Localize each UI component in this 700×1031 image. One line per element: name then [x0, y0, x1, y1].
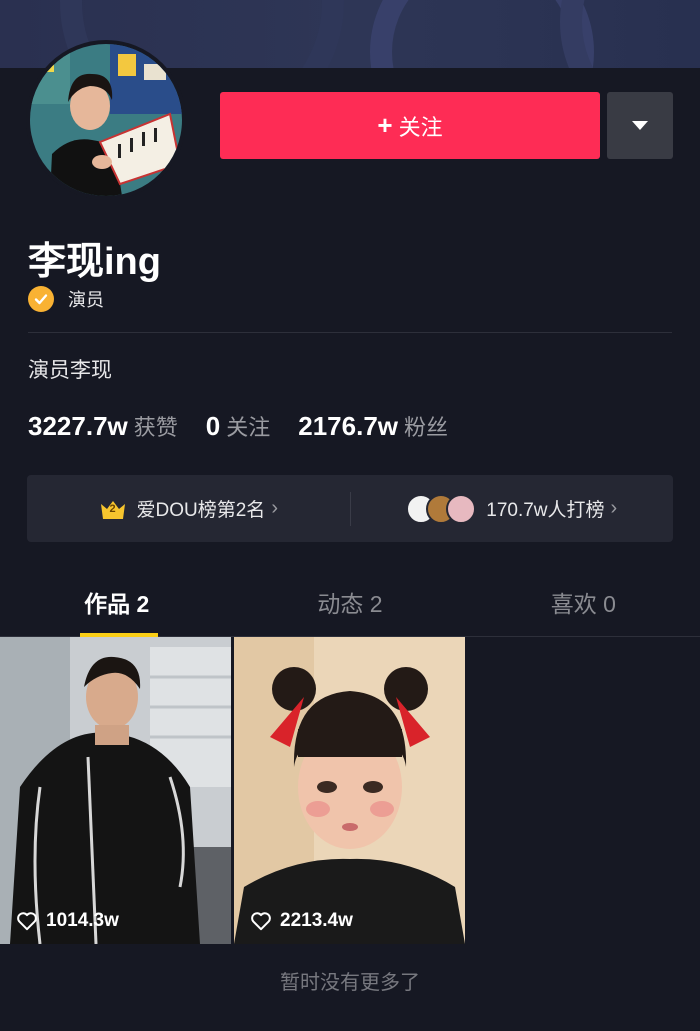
- stat-value: 3227.7w: [28, 411, 128, 441]
- follow-button-label: 关注: [398, 114, 443, 140]
- supporter-avatars: [406, 493, 477, 524]
- avatar[interactable]: [26, 40, 186, 200]
- video-thumbnail[interactable]: 2213.4w: [234, 637, 465, 944]
- rank-box: 2 爱DOU榜第2名 › 170.7w人打榜 ›: [27, 475, 673, 542]
- chevron-right-icon: ›: [610, 497, 618, 519]
- bio-text: 演员李现: [28, 359, 112, 382]
- stat-label: 关注: [226, 415, 271, 440]
- verification-row: 演员: [28, 286, 104, 312]
- tab-moments[interactable]: 动态 2: [233, 568, 466, 636]
- heart-icon: [17, 912, 37, 931]
- video-likes-count: 2213.4w: [280, 910, 353, 931]
- video-likes: 2213.4w: [250, 910, 353, 932]
- tab-likes[interactable]: 喜欢 0: [467, 568, 700, 636]
- crown-icon: 2: [99, 498, 127, 520]
- stat-likes[interactable]: 3227.7w 获赞: [28, 410, 178, 442]
- stat-value: 0: [205, 411, 221, 441]
- more-options-button[interactable]: [607, 92, 673, 159]
- rank-text: 爱DOU榜第2名: [136, 500, 266, 521]
- stats-row: 3227.7w 获赞 0 关注 2176.7w 粉丝: [28, 410, 476, 442]
- follow-button[interactable]: + 关注: [220, 92, 600, 159]
- stat-value: 2176.7w: [298, 411, 398, 441]
- stat-label: 获赞: [133, 415, 178, 440]
- stat-label: 粉丝: [404, 415, 449, 440]
- divider: [28, 332, 672, 333]
- supporters-link[interactable]: 170.7w人打榜 ›: [351, 493, 674, 524]
- end-of-list-text: 暂时没有更多了: [280, 972, 420, 994]
- video-likes-count: 1014.3w: [46, 910, 119, 931]
- supporters-text: 170.7w人打榜: [486, 500, 605, 521]
- tab-works[interactable]: 作品 2: [0, 568, 233, 637]
- plus-icon: +: [377, 110, 393, 140]
- verification-label: 演员: [68, 290, 104, 310]
- username: 李现ing: [28, 241, 161, 283]
- chevron-right-icon: ›: [271, 497, 278, 519]
- verified-check-icon: [28, 286, 54, 312]
- video-likes: 1014.3w: [16, 910, 119, 932]
- video-thumbnail[interactable]: 1014.3w: [0, 637, 231, 944]
- heart-icon: [251, 912, 271, 931]
- stat-followers[interactable]: 2176.7w 粉丝: [298, 410, 448, 442]
- stat-following[interactable]: 0 关注: [206, 410, 270, 442]
- dropdown-triangle-icon: [632, 121, 648, 130]
- supporter-avatar: [446, 493, 477, 524]
- idol-rank-link[interactable]: 2 爱DOU榜第2名 ›: [27, 495, 350, 522]
- crown-rank-number: 2: [109, 502, 116, 515]
- profile-tabs: 作品 2 动态 2 喜欢 0: [0, 568, 700, 637]
